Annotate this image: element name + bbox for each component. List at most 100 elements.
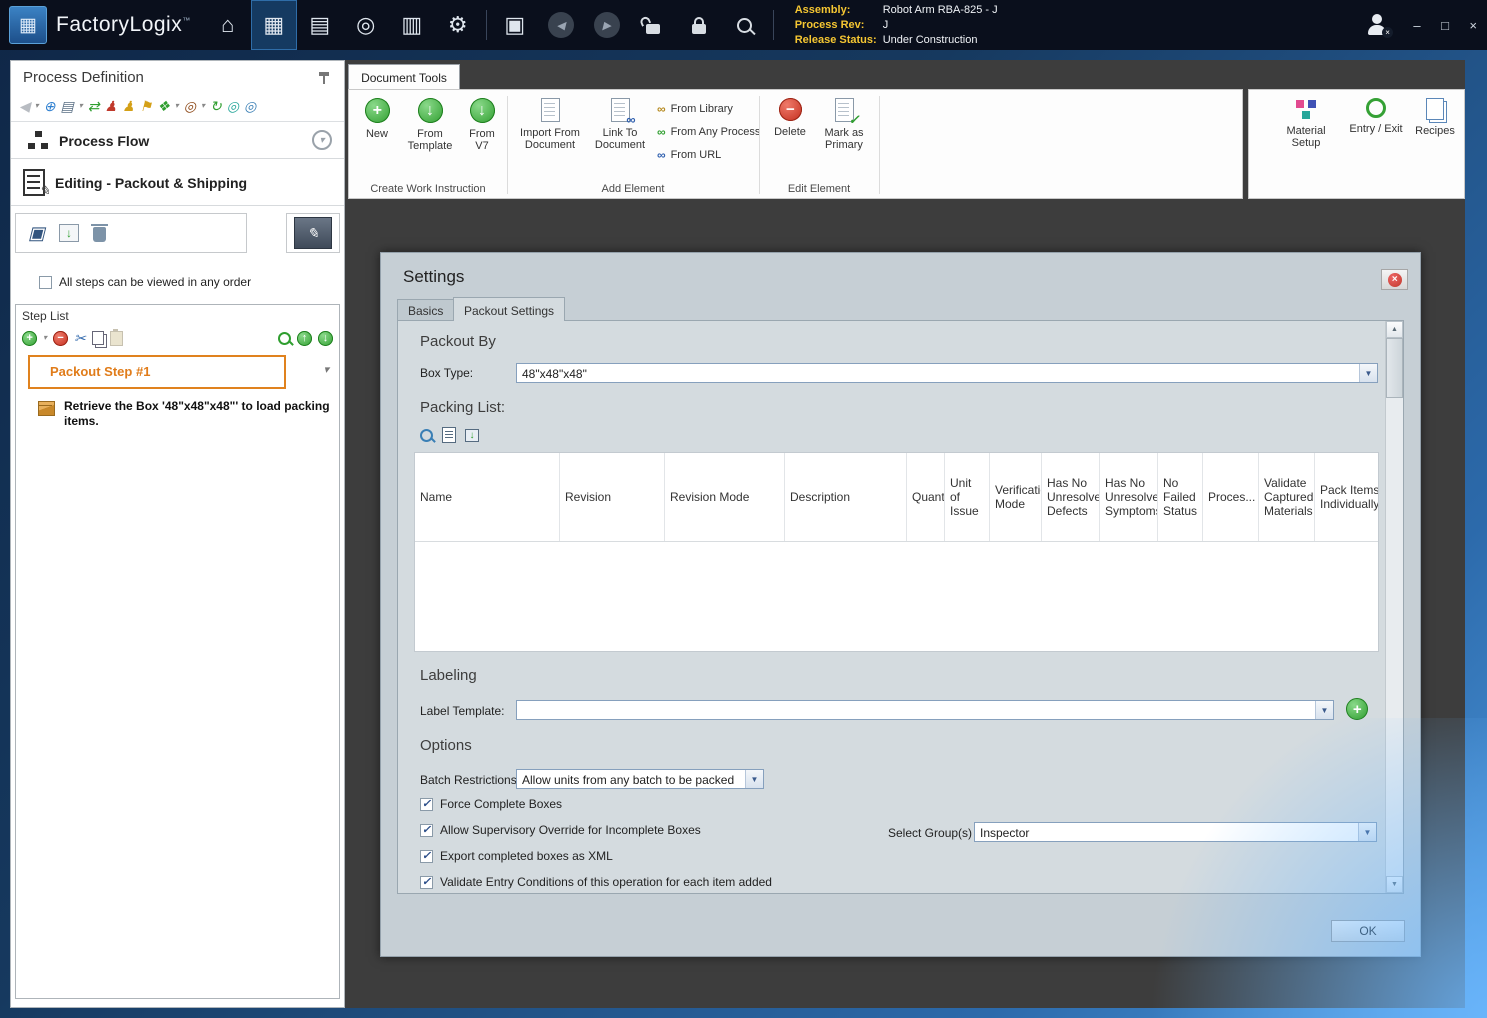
copy-step-button[interactable]	[91, 331, 104, 345]
column-header[interactable]: Unit of Issue	[945, 453, 990, 541]
column-header[interactable]: Validate Captured Materials	[1259, 453, 1315, 541]
nav-back-icon[interactable]: ◀	[19, 98, 30, 114]
edit-step-button[interactable]: ✎	[294, 217, 332, 249]
remove-step-button[interactable]: −	[53, 330, 69, 346]
ok-button[interactable]: OK	[1331, 920, 1405, 942]
print-caret-icon[interactable]: ▾	[79, 98, 83, 114]
move-step-down-button[interactable]: ↓	[318, 330, 333, 346]
export-xml-checkbox[interactable]: ✓	[420, 849, 433, 863]
column-header[interactable]: Revision	[560, 453, 665, 541]
close-button[interactable]: ×	[1459, 0, 1487, 50]
back-button[interactable]: ◀	[538, 0, 584, 50]
user-notify-icon[interactable]: ♟	[122, 98, 135, 114]
save-step-button[interactable]: ▣	[28, 223, 45, 244]
collapse-section-icon[interactable]: ▾	[312, 130, 332, 150]
supervisory-override-option[interactable]: ✓ Allow Supervisory Override for Incompl…	[420, 823, 701, 837]
delete-element-button[interactable]: − Delete	[767, 98, 813, 138]
remove-material-icon[interactable]: ↓	[465, 428, 479, 442]
from-url-button[interactable]: ∞ From URL	[657, 148, 721, 162]
combo-arrow-icon[interactable]: ▼	[1315, 701, 1333, 719]
column-header[interactable]: Proces...	[1203, 453, 1259, 541]
material-setup-button[interactable]: Material Setup	[1275, 98, 1337, 149]
tab-basics[interactable]: Basics	[397, 299, 455, 320]
deploy-icon[interactable]: ❖	[157, 98, 170, 114]
import-from-document-button[interactable]: Import From Document	[515, 98, 585, 151]
delete-step-button[interactable]	[91, 224, 109, 242]
user-remove-icon[interactable]: ♟	[105, 98, 118, 114]
scroll-up-button[interactable]: ▲	[1386, 321, 1403, 338]
unlock-button[interactable]	[630, 0, 676, 50]
column-header[interactable]: Has No Unresolved Defects	[1042, 453, 1100, 541]
tab-packout-settings[interactable]: Packout Settings	[453, 297, 566, 321]
settings-button[interactable]: ⚙	[435, 0, 481, 50]
box-type-select[interactable]: 48"x48"x48" ▼	[516, 363, 1378, 383]
column-header[interactable]: Description	[785, 453, 907, 541]
find-step-button[interactable]	[278, 331, 291, 345]
all-steps-option[interactable]: All steps can be viewed in any order	[39, 275, 251, 289]
combo-arrow-icon[interactable]: ▼	[1358, 823, 1376, 841]
from-template-button[interactable]: ↓ From Template	[401, 98, 459, 152]
reports-button[interactable]: ▥	[389, 0, 435, 50]
force-complete-boxes-checkbox[interactable]: ✓	[420, 797, 433, 811]
flag-icon[interactable]: ⚑	[140, 98, 153, 114]
step-instruction-row[interactable]: Retrieve the Box '48"x48"x48"' to load p…	[28, 399, 331, 429]
combo-arrow-icon[interactable]: ▼	[745, 770, 763, 788]
column-header[interactable]: Verification Mode	[990, 453, 1042, 541]
column-header[interactable]: Revision Mode	[665, 453, 785, 541]
step-list-item-selected[interactable]: Packout Step #1	[28, 355, 286, 389]
target-caret-icon[interactable]: ▾	[201, 98, 205, 114]
entry-exit-button[interactable]: Entry / Exit	[1345, 98, 1407, 135]
recipes-button[interactable]: Recipes	[1409, 98, 1461, 137]
all-steps-checkbox[interactable]	[39, 275, 52, 289]
new-button[interactable]: + New	[355, 98, 399, 140]
from-v7-button[interactable]: ↓ From V7	[461, 98, 503, 152]
info-icon[interactable]: ◎	[244, 98, 256, 114]
pin-icon[interactable]	[318, 71, 330, 85]
move-step-up-button[interactable]: ↑	[297, 330, 312, 346]
paste-step-button[interactable]	[109, 328, 123, 346]
edit-list-icon[interactable]	[442, 427, 456, 443]
web-publish-icon[interactable]: ⊕	[44, 98, 56, 114]
minimize-button[interactable]: –	[1403, 0, 1431, 50]
column-header[interactable]: Quantity	[907, 453, 945, 541]
add-label-template-button[interactable]: +	[1346, 698, 1368, 720]
force-complete-boxes-option[interactable]: ✓ Force Complete Boxes	[420, 797, 562, 811]
select-groups-select[interactable]: Inspector ▼	[974, 822, 1377, 842]
supervisory-override-checkbox[interactable]: ✓	[420, 823, 433, 837]
dialog-scrollbar[interactable]: ▲ ▼	[1385, 321, 1403, 893]
batch-restrictions-select[interactable]: Allow units from any batch to be packed …	[516, 769, 764, 789]
column-header[interactable]: Has No Unresolved Symptoms	[1100, 453, 1158, 541]
process-flow-header[interactable]: Process Flow ▾	[11, 124, 344, 159]
sync-icon[interactable]: ⇄	[88, 98, 100, 114]
add-material-icon[interactable]	[420, 428, 433, 442]
column-header[interactable]: No Failed Status	[1158, 453, 1203, 541]
refresh-icon[interactable]: ↻	[210, 98, 222, 114]
from-any-process-button[interactable]: ∞ From Any Process	[657, 125, 760, 139]
tab-document-tools[interactable]: Document Tools	[348, 64, 460, 90]
column-header[interactable]: Pack Items Individually	[1315, 453, 1378, 541]
target-icon[interactable]: ◎	[184, 98, 196, 114]
print-icon[interactable]: ▤	[61, 98, 74, 114]
add-step-button[interactable]: +	[22, 330, 37, 346]
save-button[interactable]: ▣	[492, 0, 538, 50]
scroll-down-button[interactable]: ▼	[1386, 876, 1403, 893]
dialog-close-button[interactable]: ×	[1381, 269, 1408, 290]
combo-arrow-icon[interactable]: ▼	[1359, 364, 1377, 382]
link-to-document-button[interactable]: ∞ Link To Document	[589, 98, 651, 151]
document-library-button[interactable]: ▤	[297, 0, 343, 50]
export-xml-option[interactable]: ✓ Export completed boxes as XML	[420, 849, 613, 863]
step-chevron-icon[interactable]: ▾	[323, 363, 329, 376]
forward-button[interactable]: ▶	[584, 0, 630, 50]
scrollbar-thumb[interactable]	[1386, 338, 1403, 398]
deploy-caret-icon[interactable]: ▾	[175, 98, 179, 114]
validate-entry-conditions-checkbox[interactable]: ✓	[420, 875, 433, 889]
status-icon[interactable]: ◎	[227, 98, 239, 114]
maximize-button[interactable]: □	[1431, 0, 1459, 50]
import-step-button[interactable]: ↓	[59, 224, 80, 242]
validate-entry-conditions-option[interactable]: ✓ Validate Entry Conditions of this oper…	[420, 875, 772, 889]
from-library-button[interactable]: ∞ From Library	[657, 102, 733, 116]
nav-back-caret-icon[interactable]: ▾	[35, 98, 39, 114]
home-button[interactable]: ⌂	[205, 0, 251, 50]
packing-list-table[interactable]: Name Revision Revision Mode Description …	[414, 452, 1379, 652]
navigator-button[interactable]: ◎	[343, 0, 389, 50]
